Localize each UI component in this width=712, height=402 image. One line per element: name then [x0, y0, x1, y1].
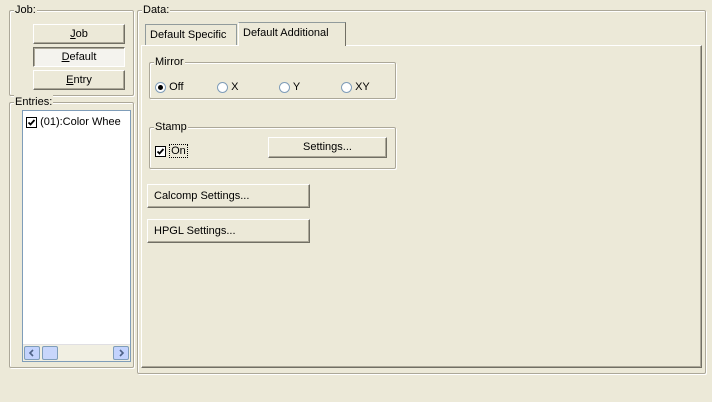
default-button-mnemonic: D: [61, 51, 70, 63]
stamp-group-legend: Stamp: [154, 120, 188, 134]
scroll-right-button[interactable]: [113, 346, 129, 360]
mirror-option-x[interactable]: X: [217, 81, 238, 93]
entry-button-mnemonic: E: [66, 74, 74, 86]
tab-default-additional[interactable]: Default Additional: [238, 22, 346, 46]
scroll-thumb[interactable]: [42, 346, 58, 360]
mirror-xy-label: XY: [355, 81, 370, 93]
stamp-on-option[interactable]: On: [155, 144, 188, 158]
entry-button[interactable]: Entry: [33, 70, 125, 90]
mirror-x-radio[interactable]: [217, 81, 228, 93]
mirror-group-legend: Mirror: [154, 55, 185, 69]
mirror-option-off[interactable]: Off: [155, 81, 184, 93]
mirror-off-label: Off: [169, 81, 184, 93]
mirror-xy-radio[interactable]: [341, 81, 352, 93]
data-group-legend: Data:: [142, 3, 171, 17]
mirror-y-label: Y: [292, 81, 301, 93]
default-button[interactable]: Default: [33, 47, 125, 67]
job-button-label: ob: [75, 28, 88, 40]
stamp-on-label: On: [169, 144, 188, 158]
mirror-x-label: X: [231, 81, 239, 93]
default-button-label: efault: [69, 51, 97, 63]
mirror-option-y[interactable]: Y: [279, 81, 300, 93]
entry-button-label: ntry: [73, 74, 92, 86]
mirror-off-radio[interactable]: [155, 81, 166, 93]
chevron-left-icon: [28, 349, 34, 357]
stamp-settings-button[interactable]: Settings...: [268, 137, 387, 158]
hpgl-settings-button[interactable]: HPGL Settings...: [147, 219, 310, 243]
entry-label: (01):Color Whee: [40, 116, 121, 128]
job-group-legend: Job:: [14, 3, 37, 17]
job-button[interactable]: Job: [33, 24, 125, 44]
entries-group-legend: Entries:: [14, 95, 54, 109]
horizontal-scrollbar[interactable]: [23, 344, 130, 361]
scroll-left-button[interactable]: [24, 346, 40, 360]
calcomp-settings-button[interactable]: Calcomp Settings...: [147, 184, 310, 208]
mirror-y-radio[interactable]: [279, 81, 290, 93]
mirror-option-xy[interactable]: XY: [341, 81, 370, 93]
stamp-on-checkbox[interactable]: [155, 145, 166, 157]
tab-default-specific[interactable]: Default Specific: [145, 24, 237, 45]
entries-listbox[interactable]: (01):Color Whee: [22, 110, 131, 362]
chevron-right-icon: [119, 349, 125, 357]
entry-checkbox[interactable]: [26, 116, 37, 128]
list-item[interactable]: (01):Color Whee: [26, 116, 121, 129]
